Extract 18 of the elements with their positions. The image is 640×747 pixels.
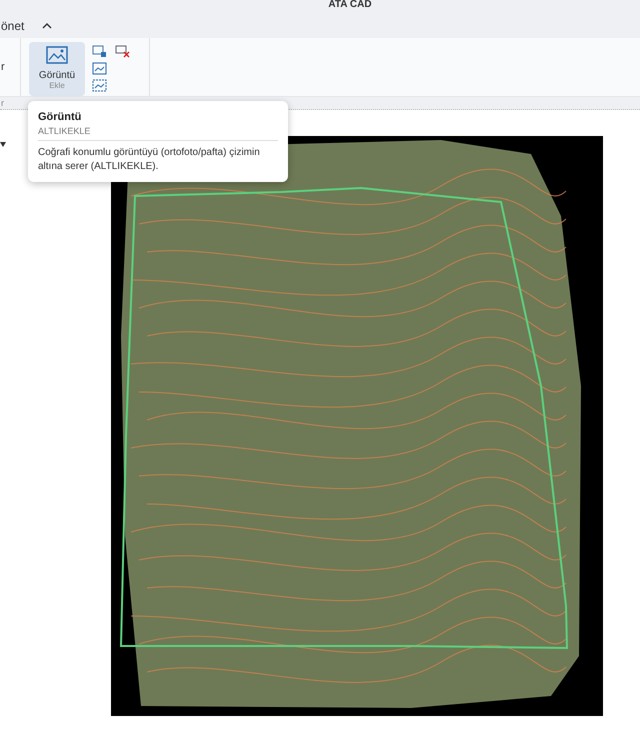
image-icon xyxy=(46,46,68,64)
image-frame-button[interactable] xyxy=(91,78,108,93)
collapse-ribbon-button[interactable] xyxy=(42,22,52,30)
image-x-icon xyxy=(115,45,130,58)
remove-image-button[interactable] xyxy=(114,44,131,59)
dashed-image-icon xyxy=(92,79,107,92)
image-lock-icon xyxy=(92,45,107,58)
ribbon-tab[interactable]: önet xyxy=(0,19,26,33)
window-title: ATA CAD xyxy=(328,0,372,10)
tooltip-description: Coğrafi konumlu görüntüyü (ortofoto/pafta) çizimin altına serer (ALTLIKEKLE). xyxy=(38,146,261,174)
tooltip-title: Görüntü xyxy=(38,111,82,123)
image-lock-button[interactable] xyxy=(91,44,108,59)
tooltip-command: ALTLIKEKLE xyxy=(38,126,278,141)
ribbon-button[interactable]: r xyxy=(0,61,5,73)
image-icon xyxy=(92,62,107,75)
image-button[interactable] xyxy=(91,61,108,76)
group-label: r xyxy=(0,98,4,108)
image-insert-button[interactable]: Görüntü Ekle xyxy=(29,42,85,96)
